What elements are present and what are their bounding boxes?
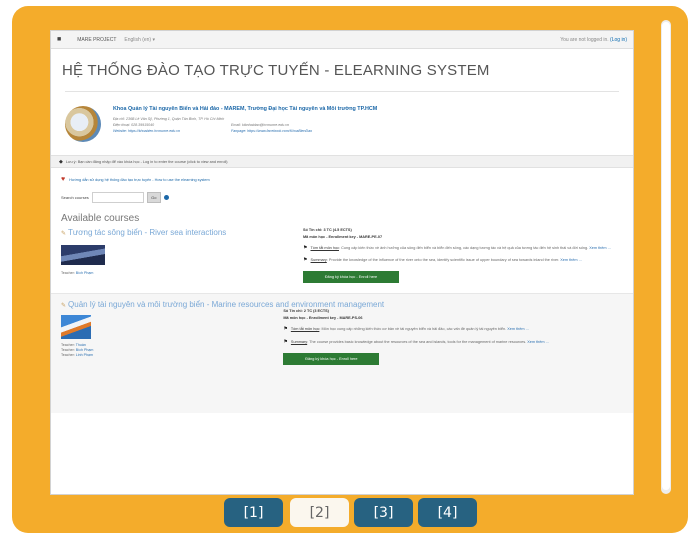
help-icon[interactable] [163, 195, 169, 200]
course-enrol-key: Mã môn học - Enrollment key - MARE-PS-06 [283, 316, 363, 321]
teacher-list: Teacher: Thuần Teacher: Bích Phạm Teache… [61, 343, 93, 357]
teacher-line: Teacher: Bích Phạm [61, 271, 291, 275]
login-notice: ◆ Lưu ý: Bạn cần đăng nhập để vào khóa h… [51, 155, 633, 168]
scrollbar-thumb[interactable] [662, 22, 670, 490]
enroll-button[interactable]: Đăng ký khóa học - Enroll here [303, 271, 399, 284]
search-go-button[interactable]: Go [146, 192, 161, 203]
course-card: ✎ Tương tác sông biển - River sea interac… [51, 224, 633, 284]
course-title[interactable]: ✎ Quản lý tài nguyên và môi trường biển -… [61, 300, 623, 309]
faculty-logo [65, 106, 101, 142]
teacher-name[interactable]: Thuần [76, 343, 86, 347]
faculty-fanpage[interactable]: Fanpage: https://www.facebook.com/KhoaBi… [231, 129, 401, 133]
course-credits: Số Tín chỉ: 2 TC (3 ECTS) [283, 309, 329, 314]
vertical-scrollbar[interactable] [661, 20, 671, 494]
desc-vi-text: Cung cấp kiến thức về ảnh hưởng của sông… [341, 246, 589, 250]
teacher-line: Teacher: Thuần [61, 343, 93, 347]
teacher-role: Teacher: [61, 353, 75, 358]
teacher-name[interactable]: Linh Phạm [76, 353, 93, 357]
course-search: Search courses Go [51, 183, 633, 203]
search-label: Search courses [61, 195, 89, 200]
course-thumbnail[interactable] [61, 315, 91, 340]
read-more-link[interactable]: Xem thêm ... [589, 246, 611, 250]
faculty-contacts: Địa chỉ: 236B Lê Văn Sỹ, Phường 1, Quận … [113, 117, 401, 133]
course-desc-en: ⚑ Summary: The course provides basic kno… [283, 338, 549, 345]
teacher-name[interactable]: Bích Phạm [76, 348, 94, 352]
search-input[interactable] [91, 192, 144, 203]
faculty-banner: Khoa Quản lý Tài nguyên Biển và Hải đảo … [51, 92, 633, 142]
heart-icon: ♥ [61, 176, 66, 183]
teacher-role: Teacher: [61, 343, 75, 348]
site-title: HỆ THỐNG ĐÀO TẠO TRỰC TUYẾN - ELEARNING … [62, 62, 490, 79]
teacher-name[interactable]: Bích Phạm [76, 271, 94, 275]
en-flag-icon: ⚑ [283, 338, 288, 345]
course-desc-vi: ⚑ Tóm tắt môn học: Cung cấp kiến thức về… [303, 245, 611, 251]
faculty-info: Khoa Quản lý Tài nguyên Biển và Hải đảo … [113, 104, 401, 133]
login-status-text: You are not logged in. [560, 36, 609, 43]
guide-row: ♥ Hướng dẫn sử dụng hệ thống đào tạo trự… [51, 168, 633, 183]
course-thumbnail[interactable] [61, 245, 105, 265]
notice-bullet-icon: ◆ [59, 158, 63, 165]
read-more-link[interactable]: Xem thêm ... [527, 340, 549, 344]
desc-vi-text: Môn học cung cấp những kiến thức cơ bản … [321, 327, 507, 332]
course-summary: ✎ Tương tác sông biển - River sea interac… [61, 228, 291, 283]
slide-pager: [1] [2] [3] [4] [0, 498, 691, 528]
login-link[interactable]: (Log in) [610, 37, 627, 43]
faculty-phone: Điện thoại: 028.39915040 [113, 123, 155, 127]
faculty-address: Địa chỉ: 236B Lê Văn Sỹ, Phường 1, Quận … [113, 117, 225, 121]
faculty-name[interactable]: Khoa Quản lý Tài nguyên Biển và Hải đảo … [113, 106, 401, 112]
enroll-button[interactable]: Đăng ký khóa học - Enroll here [283, 352, 380, 365]
course-title-text[interactable]: Tương tác sông biển - River sea interact… [68, 228, 226, 237]
course-body: Teacher: Thuần Teacher: Bích Phạm Teache… [61, 309, 623, 365]
course-summary: Teacher: Thuần Teacher: Bích Phạm Teache… [61, 309, 93, 364]
read-more-link[interactable]: Xem thêm ... [560, 258, 582, 262]
course-details: Số Tín chỉ: 2 TC (3 ECTS) Mã môn học - E… [283, 309, 598, 365]
desc-en-label: Summary [290, 339, 308, 344]
desc-vi-label: Tóm tắt môn học [310, 246, 339, 250]
course-title[interactable]: ✎ Tương tác sông biển - River sea interac… [61, 228, 291, 237]
available-courses-heading: Available courses [61, 213, 140, 224]
course-enrol-key: Mã môn học - Enrollment key - MARE-PE-07 [303, 235, 383, 239]
top-navbar: ■ MARE PROJECT English (en) ▾ You are no… [51, 31, 633, 49]
notice-text: Lưu ý: Bạn cần đăng nhập để vào khóa học… [65, 159, 228, 164]
login-status: You are not logged in. (Log in) [560, 37, 627, 43]
course-credits: Số Tín chỉ: 3 TC (4.5 ECTS) [303, 228, 352, 232]
page-button-3[interactable]: [3] [354, 498, 413, 527]
course-icon: ✎ [61, 231, 67, 237]
vn-flag-icon: ⚑ [303, 245, 308, 251]
menu-icon[interactable]: ■ [57, 36, 61, 43]
teacher-role: Teacher: [61, 348, 75, 353]
teacher-line: Teacher: Bích Phạm [61, 348, 93, 352]
desc-en-text: Provide the knowledge of the influence o… [328, 258, 560, 263]
course-desc-en: ⚑ Summary: Provide the knowledge of the … [303, 257, 582, 264]
desc-en-label: Summary [310, 258, 327, 263]
teacher-role: Teacher: [61, 271, 75, 275]
guide-link[interactable]: Hướng dẫn sử dụng hệ thống đào tạo trực … [69, 178, 210, 182]
page-screenshot-viewport[interactable]: ■ MARE PROJECT English (en) ▾ You are no… [50, 30, 634, 495]
vn-flag-icon: ⚑ [283, 326, 288, 333]
teacher-line: Teacher: Linh Phạm [61, 353, 93, 357]
faculty-website[interactable]: Website: https://khoabien.hcmunre.edu.vn [113, 129, 231, 133]
navbar-brand[interactable]: MARE PROJECT [77, 37, 116, 43]
page-button-4[interactable]: [4] [418, 498, 477, 527]
read-more-link[interactable]: Xem thêm ... [507, 327, 529, 331]
course-card: ✎ Quản lý tài nguyên và môi trường biển -… [51, 293, 633, 414]
desc-vi-label: Tóm tắt môn học [290, 327, 320, 332]
course-details: Số Tín chỉ: 3 TC (4.5 ECTS) Mã môn học -… [303, 228, 618, 284]
en-flag-icon: ⚑ [303, 257, 308, 264]
course-title-text[interactable]: Quản lý tài nguyên và môi trường biển - … [68, 300, 384, 309]
course-desc-vi: ⚑ Tóm tắt môn học: Môn học cung cấp nhữn… [283, 326, 529, 333]
page-button-2[interactable]: [2] [290, 498, 349, 527]
faculty-email: Email: ktbnhaidao@hcmunre.edu.vn [231, 123, 289, 127]
language-selector[interactable]: English (en) ▾ [124, 37, 155, 43]
desc-en-text: The course provides basic knowledge abou… [309, 339, 527, 344]
page-button-1[interactable]: [1] [224, 498, 283, 527]
